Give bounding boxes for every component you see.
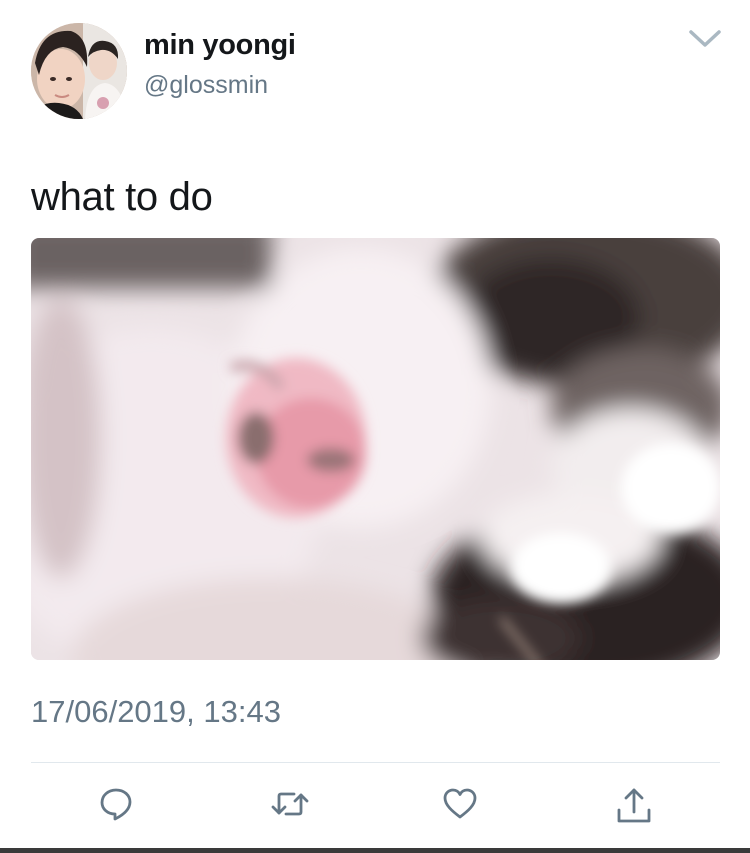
cat-photo — [31, 238, 720, 660]
tweet-timestamp[interactable]: 17/06/2019, 13:43 — [31, 694, 281, 730]
profile-avatar[interactable] — [31, 23, 127, 119]
display-name[interactable]: min yoongi — [144, 28, 296, 62]
reply-icon — [100, 788, 132, 821]
retweet-button[interactable] — [265, 782, 315, 832]
heart-icon — [443, 788, 477, 819]
tweet-card: min yoongi @glossmin what to do 17/06/20… — [0, 0, 750, 853]
tweet-media[interactable] — [31, 238, 720, 660]
share-button[interactable] — [609, 782, 659, 832]
divider — [31, 762, 720, 763]
action-bar — [0, 782, 750, 832]
reply-button[interactable] — [91, 782, 141, 832]
retweet-icon — [271, 792, 309, 816]
user-handle[interactable]: @glossmin — [144, 70, 268, 100]
avatar-image — [31, 23, 127, 119]
tweet-text: what to do — [31, 175, 213, 219]
bottom-edge — [0, 848, 750, 853]
chevron-down-icon[interactable] — [688, 28, 722, 50]
share-icon — [617, 788, 651, 823]
like-button[interactable] — [435, 782, 485, 832]
